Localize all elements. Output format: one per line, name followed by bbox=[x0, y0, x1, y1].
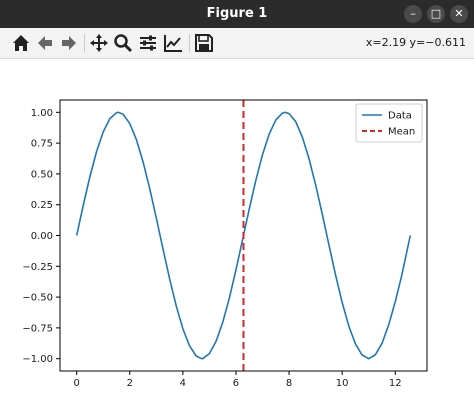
y-tick-label: −0.50 bbox=[22, 293, 53, 304]
y-tick-label: −1.00 bbox=[22, 354, 53, 365]
y-tick-label: 0.75 bbox=[31, 139, 53, 150]
minimize-button[interactable]: – bbox=[404, 5, 422, 23]
x-tick-label: 2 bbox=[127, 378, 133, 389]
pan-move-icon[interactable] bbox=[88, 32, 110, 54]
toolbar-separator bbox=[84, 34, 85, 52]
home-icon[interactable] bbox=[10, 32, 32, 54]
back-arrow-icon[interactable] bbox=[34, 32, 56, 54]
zoom-magnifier-icon[interactable] bbox=[112, 32, 134, 54]
x-tick-label: 12 bbox=[389, 378, 402, 389]
x-tick-label: 6 bbox=[233, 378, 239, 389]
y-tick-label: 0.50 bbox=[31, 169, 53, 180]
y-tick-label: 0.00 bbox=[31, 231, 53, 242]
figure-window: Figure 1 – □ ✕ x=2.19 y=−0.611 0 2 4 6 8… bbox=[0, 0, 474, 411]
y-tick-label: −0.25 bbox=[22, 262, 53, 273]
cursor-coordinates: x=2.19 y=−0.611 bbox=[365, 36, 466, 49]
x-tick-label: 4 bbox=[180, 378, 186, 389]
y-tick-label: 0.25 bbox=[31, 200, 53, 211]
y-tick-label: −0.75 bbox=[22, 323, 53, 334]
close-button[interactable]: ✕ bbox=[450, 5, 468, 23]
window-title: Figure 1 bbox=[206, 6, 268, 21]
configure-subplots-icon[interactable] bbox=[137, 32, 159, 54]
line-chart[interactable]: 0 2 4 6 8 10 12 −1.00 −0.75 −0.50 −0.25 0.00 0.25 0.5… bbox=[0, 59, 474, 411]
legend-label-data: Data bbox=[388, 111, 412, 122]
maximize-button[interactable]: □ bbox=[427, 5, 445, 23]
save-floppy-icon[interactable] bbox=[193, 32, 215, 54]
toolbar-separator bbox=[189, 34, 190, 52]
edit-axis-icon[interactable] bbox=[162, 32, 184, 54]
plot-area[interactable]: 0 2 4 6 8 10 12 −1.00 −0.75 −0.50 −0.25 0.00 0.25 0.5… bbox=[0, 59, 474, 411]
legend-label-mean: Mean bbox=[388, 127, 415, 138]
y-tick-label: 1.00 bbox=[31, 108, 53, 119]
forward-arrow-icon[interactable] bbox=[58, 32, 80, 54]
title-bar: Figure 1 – □ ✕ bbox=[0, 0, 474, 28]
x-tick-label: 10 bbox=[336, 378, 349, 389]
x-tick-label: 0 bbox=[73, 378, 79, 389]
x-tick-label: 8 bbox=[286, 378, 292, 389]
navigation-toolbar: x=2.19 y=−0.611 bbox=[0, 28, 474, 59]
